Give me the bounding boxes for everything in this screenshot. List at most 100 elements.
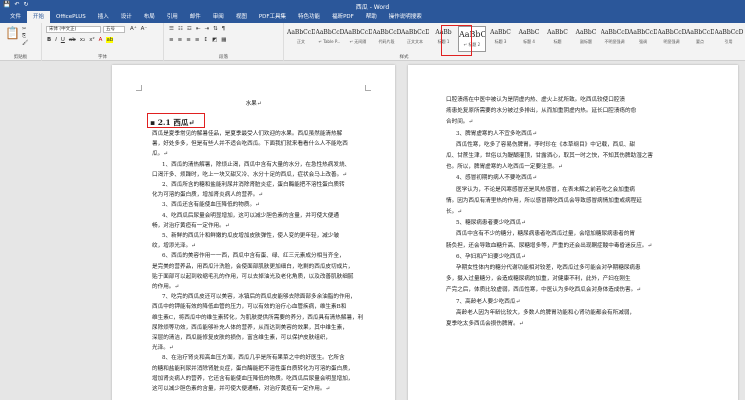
tab-foxit-pdf[interactable]: 福昕PDF — [326, 11, 360, 23]
right-page[interactable]: 口腔溃疡在中医中被认为是阴虚内热、虚火上扰所致。吃西瓜较使口腔溃 疡患处复原所需要… — [408, 65, 738, 400]
style-item[interactable]: AaBbCcDd 引用 — [715, 26, 743, 52]
font-color-icon[interactable]: A — [99, 37, 103, 43]
body-line: 情。因为西瓜有清里热的作用，所以感冒期吃西瓜会导致感冒病情加重或病程延 — [446, 197, 642, 204]
grow-font-icon[interactable]: A⁺ — [130, 26, 137, 32]
superscript-icon[interactable]: x² — [89, 37, 94, 43]
style-preview: AaBbCcDd — [686, 29, 714, 36]
style-item[interactable]: AaBbCcDd 要点 — [686, 26, 714, 52]
style-item[interactable]: AaBbC 标题 — [544, 26, 572, 52]
body-line: 产完之后，体质比较虚弱，西瓜性寒，中医认为多吃西瓜会对身体造成伤害。↵ — [446, 287, 641, 294]
tab-officeplus[interactable]: OfficePLUS — [50, 11, 92, 23]
body-line: 光泽。↵ — [152, 345, 174, 352]
copy-icon[interactable]: ⎘ — [22, 33, 28, 40]
style-item[interactable]: AaBbCcDd 强调 — [629, 26, 657, 52]
tab-design[interactable]: 设计 — [115, 11, 138, 23]
subscript-icon[interactable]: x₂ — [80, 37, 85, 43]
italic-icon[interactable]: I — [55, 37, 57, 43]
decrease-indent-icon[interactable]: ⇤ — [196, 26, 201, 32]
body-line: 维生素C，将西瓜中的维生素转化，为肌肤提供所需要的养分，西瓜具有清热解暑，利 — [152, 314, 364, 321]
bullets-icon[interactable]: ☰ — [169, 26, 174, 32]
bold-icon[interactable]: B — [47, 37, 51, 43]
font-size-box[interactable]: 五号 — [103, 26, 125, 33]
body-line: 尿除烦等功效，西瓜能够补充人体的营养，从而达到美容的效果，其中维生素， — [152, 324, 348, 331]
ribbon: 📋 ✂ ⎘ 🖌 剪贴板 宋体 (中文正) 五号 A⁺ A⁻ B I U ab x… — [0, 23, 745, 61]
show-marks-icon[interactable]: ¶ — [222, 26, 226, 32]
style-name: 标题 — [553, 39, 562, 44]
paste-icon[interactable]: 📋 — [5, 26, 20, 40]
style-preview: AaBbC — [518, 29, 540, 36]
document-canvas[interactable]: 水果↵ ▪ 2.1 西瓜↵ 西瓜是夏季常见的解暑佳品，是夏季最受人们欢迎的水果。… — [0, 61, 745, 400]
style-name: 要点 — [696, 39, 704, 44]
tab-layout[interactable]: 布局 — [138, 11, 161, 23]
tab-view[interactable]: 视图 — [230, 11, 253, 23]
style-preview: AaBbCcDd — [657, 29, 686, 36]
style-name: ↵ Table P... — [318, 39, 341, 44]
body-line: 医学认为，不论是风寒感冒还是风热感冒，在表未解之前若吃之会加重病 — [456, 186, 636, 193]
numbering-icon[interactable]: ☷ — [178, 26, 183, 32]
shading-icon[interactable]: ◩ — [212, 37, 217, 43]
tell-me-search[interactable]: 操作说明搜索 — [383, 11, 428, 23]
tab-insert[interactable]: 插入 — [92, 11, 115, 23]
body-line: 纹，增添光泽。↵ — [152, 243, 196, 250]
justify-icon[interactable]: ≡ — [195, 37, 200, 43]
highlight-icon[interactable]: ab — [106, 37, 114, 43]
tab-mailings[interactable]: 邮件 — [184, 11, 207, 23]
underline-icon[interactable]: U — [61, 37, 65, 43]
window-title: 西瓜 - Word — [355, 4, 390, 11]
align-center-icon[interactable]: ≡ — [178, 37, 183, 43]
tab-file[interactable]: 文件 — [4, 11, 27, 23]
body-line: 5、糖尿病患者要少吃西瓜↵ — [456, 220, 526, 227]
body-line: 3、脾胃虚寒的人不宜多吃西瓜↵ — [456, 130, 537, 137]
body-line: 7、高龄老人要少吃西瓜↵ — [456, 298, 521, 305]
page-header: 水果↵ — [245, 101, 262, 107]
tab-help[interactable]: 帮助 — [360, 11, 383, 23]
style-item[interactable]: AaBbCcDd 明显强调 — [658, 26, 686, 52]
style-preview: AaBbC — [490, 29, 511, 36]
tab-pdf-tools[interactable]: PDF工具集 — [253, 11, 292, 23]
body-line: 1、西瓜的清热解暑，除烦止渴，西瓜中含有大量的水分，在急性热病发烧、 — [162, 161, 351, 168]
tab-references[interactable]: 引用 — [161, 11, 184, 23]
style-preview: AaBbCcDd — [372, 29, 401, 36]
body-line: 的作用。↵ — [152, 284, 180, 290]
style-item[interactable]: AaBbC 标题 3 — [487, 26, 515, 52]
style-item[interactable]: AaBbCcDd 不明显强调 — [601, 26, 629, 52]
align-right-icon[interactable]: ≡ — [186, 37, 191, 43]
sort-icon[interactable]: ⇅ — [213, 26, 218, 32]
align-left-icon[interactable]: ≡ — [169, 37, 174, 43]
body-line: 是完美的营养品，用西瓜汁洗脸，会使面部肌肤更加细白，吃剩的西瓜皮切成片， — [152, 263, 354, 270]
ribbon-tabs: 文件 开始 OfficePLUS 插入 设计 布局 引用 邮件 审阅 视图 PD… — [0, 11, 745, 23]
body-line: 增加肾炎病人的营养，它还含有能使血压降低的物质。吃西瓜后尿量会明显增加， — [152, 375, 354, 382]
tab-features[interactable]: 特色功能 — [292, 11, 326, 23]
style-item[interactable]: AaBbCcDd 正文文本 — [401, 26, 429, 52]
shrink-font-icon[interactable]: A⁻ — [141, 26, 148, 32]
style-name: 引用 — [724, 39, 733, 44]
style-item[interactable]: AaBbC 副标题 — [572, 26, 600, 52]
body-line: 暑，好处多多，但是有些人并不适合吃西瓜。下面我们就来看看什么人不能吃西 — [152, 141, 348, 148]
style-item[interactable]: AaBbCcDd 正文 — [287, 26, 315, 52]
style-preview: AaBbCcDd — [629, 29, 657, 36]
tab-review[interactable]: 审阅 — [207, 11, 230, 23]
cut-icon[interactable]: ✂ — [22, 26, 28, 33]
style-name: 代码片段 — [378, 39, 395, 44]
increase-indent-icon[interactable]: ⇥ — [204, 26, 209, 32]
style-item[interactable]: AaBbCcDd ↵ Table P... — [316, 26, 344, 52]
style-name: 不明显强调 — [604, 39, 625, 44]
style-item[interactable]: AaBbCcDd ↵ 无间隔 — [344, 26, 372, 52]
body-line: 6、孕妇和产妇要少吃西瓜↵ — [456, 253, 526, 260]
style-name: ↵ 无间隔 — [349, 39, 367, 44]
multilevel-list-icon[interactable]: ☲ — [187, 26, 192, 32]
font-name-box[interactable]: 宋体 (中文正) — [46, 26, 101, 33]
body-line: 瓜。↵ — [152, 151, 168, 158]
style-item[interactable]: AaBbCcDd 代码片段 — [373, 26, 401, 52]
body-line: 这可以减少胆色素的含量，并可使大便通畅，对治疗黄疸有一定作用。↵ — [152, 386, 331, 392]
tab-home[interactable]: 开始 — [27, 11, 51, 23]
strikethrough-icon[interactable]: ab — [69, 37, 76, 43]
line-spacing-icon[interactable]: ↕ — [203, 37, 208, 43]
borders-icon[interactable]: ▦ — [221, 37, 226, 43]
highlight-box-heading2-style — [441, 25, 472, 56]
style-name: 标题 4 — [523, 39, 535, 44]
body-line: 贴于面部可以起到收缩毛孔的作用，可以去掉油光及老化角质，以及改善肌肤细腻 — [152, 273, 354, 280]
style-item[interactable]: AaBbC 标题 4 — [515, 26, 543, 52]
clipboard-group: 📋 ✂ ⎘ 🖌 剪贴板 — [0, 23, 42, 61]
format-painter-icon[interactable]: 🖌 — [22, 40, 28, 47]
